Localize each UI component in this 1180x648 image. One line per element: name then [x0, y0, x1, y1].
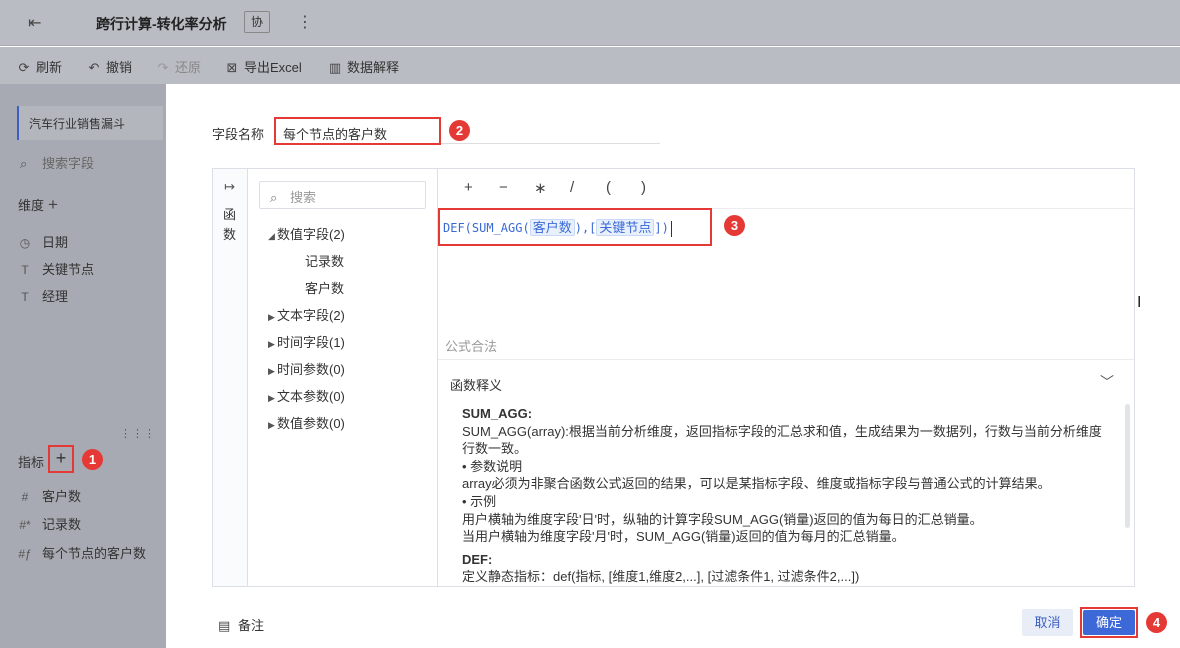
hash-icon: #	[21, 490, 29, 504]
collaborate-badge[interactable]: 协	[244, 11, 271, 33]
toolbar: ⟳ 刷新 ↶ 撤销 ↷ 还原 ⊠ 导出Excel ▥ 数据解释	[0, 47, 1180, 84]
measure-section-title: 指标	[18, 455, 45, 470]
clock-icon: ◷	[19, 236, 31, 250]
add-measure-button[interactable]: +	[48, 445, 74, 473]
open-paren-button[interactable]: (	[606, 179, 611, 196]
function-tab[interactable]: ↦ 函数	[213, 169, 248, 586]
redo-icon: ↷	[157, 60, 169, 75]
step-badge-1: 1	[82, 449, 103, 470]
formula-token-key-node[interactable]: 关键节点	[596, 219, 655, 236]
dimension-section-title: 维度 +	[18, 195, 58, 214]
field-name-label: 字段名称	[212, 127, 265, 142]
field-name-underline	[441, 143, 660, 144]
step-badge-4: 4	[1146, 612, 1167, 633]
field-tree: ⌕ 搜索 ◢ 数值字段(2) 记录数 客户数 ▶ 文本字段(2) ▶ 时间字段(1) ▶…	[248, 169, 438, 586]
undo-icon: ↶	[88, 60, 100, 75]
page-title: 跨行计算-转化率分析	[96, 16, 227, 32]
field-name-input[interactable]: 每个节点的客户数	[274, 117, 441, 145]
add-dimension-icon[interactable]: +	[48, 195, 58, 214]
expand-icon: ▶	[268, 339, 275, 349]
dataset-selector[interactable]: 汽车行业销售漏斗	[17, 106, 163, 140]
app-header: ⇤ 跨行计算-转化率分析 协 ⋮	[0, 0, 1180, 46]
undo-button[interactable]: ↶ 撤销	[86, 57, 132, 76]
text-icon: T	[21, 290, 29, 304]
expand-icon: ▶	[268, 366, 275, 376]
export-excel-button[interactable]: ⊠ 导出Excel	[224, 57, 302, 76]
function-explanation-panel: 函数释义 ﹀ SUM_AGG: SUM_AGG(array):根据当前分析维度，…	[438, 359, 1134, 586]
calculated-field-dialog: 字段名称 每个节点的客户数 ↦ 函数 ⌕ 搜索 ◢ 数值字段(2) 记录数 客户数 …	[166, 84, 1180, 648]
tree-search-input[interactable]: ⌕ 搜索	[259, 181, 426, 209]
measure-item-customers-per-node[interactable]: #ƒ 每个节点的客户数	[18, 543, 146, 562]
collapse-icon: ◢	[268, 231, 275, 241]
refresh-button[interactable]: ⟳ 刷新	[16, 57, 62, 76]
tree-node-numeric-fields[interactable]: ◢ 数值字段(2)	[268, 224, 345, 243]
measure-item-customers[interactable]: # 客户数	[18, 486, 81, 505]
remark-button[interactable]: ▤ 备注	[218, 615, 264, 634]
more-icon[interactable]: ⋮	[297, 12, 313, 32]
redo-button[interactable]: ↷ 还原	[155, 57, 201, 76]
dimension-item-date[interactable]: ◷ 日期	[18, 232, 68, 251]
confirm-button[interactable]: 确定	[1083, 610, 1135, 635]
close-paren-button[interactable]: )	[641, 179, 646, 196]
expand-panel-icon[interactable]: ↦	[224, 179, 235, 195]
tree-leaf-records[interactable]: 记录数	[305, 251, 344, 270]
formula-token-customers[interactable]: 客户数	[529, 219, 575, 236]
text-icon: T	[21, 263, 29, 277]
drag-handle-icon[interactable]: ⋮⋮⋮	[120, 427, 156, 440]
tree-node-text-params[interactable]: ▶ 文本参数(0)	[268, 386, 345, 405]
hash-star-icon: #*	[19, 518, 31, 532]
formula-valid-status: 公式合法	[445, 339, 498, 354]
expand-icon: ▶	[268, 312, 275, 322]
text-cursor	[670, 220, 672, 237]
tree-node-time-fields[interactable]: ▶ 时间字段(1)	[268, 332, 345, 351]
measure-item-records[interactable]: #* 记录数	[18, 514, 81, 533]
refresh-icon: ⟳	[18, 60, 30, 75]
chevron-down-icon[interactable]: ﹀	[1100, 372, 1114, 392]
tree-leaf-customers[interactable]: 客户数	[305, 278, 344, 297]
step-badge-2: 2	[449, 120, 470, 141]
excel-icon: ⊠	[226, 60, 238, 75]
function-tab-label: 函数	[223, 207, 237, 242]
step-badge-3: 3	[724, 215, 745, 236]
plus-operator-button[interactable]: +	[464, 179, 473, 196]
tree-node-numeric-params[interactable]: ▶ 数值参数(0)	[268, 413, 345, 432]
explanation-content: SUM_AGG: SUM_AGG(array):根据当前分析维度，返回指标字段的…	[462, 406, 1102, 585]
field-sidebar: 汽车行业销售漏斗 ⌕ 搜索字段 维度 + ◷ 日期 T 关键节点 T 经理 ⋮⋮⋮ 指标 …	[0, 84, 166, 648]
operator-bar: + − ∗ / ( )	[438, 169, 1134, 209]
minus-operator-button[interactable]: −	[499, 179, 508, 196]
chart-icon: ▥	[328, 60, 342, 75]
search-icon: ⌕	[20, 156, 28, 171]
explanation-title: 函数释义	[450, 378, 503, 393]
data-explain-button[interactable]: ▥ 数据解释	[327, 57, 399, 76]
expand-icon: ▶	[268, 420, 275, 430]
dimension-item-key-node[interactable]: T 关键节点	[18, 259, 94, 278]
field-search-input[interactable]: ⌕ 搜索字段	[20, 153, 94, 172]
formula-input[interactable]: DEF(SUM_AGG(客户数),[关键节点])	[443, 217, 672, 237]
cancel-button[interactable]: 取消	[1022, 609, 1073, 636]
multiply-operator-button[interactable]: ∗	[534, 179, 547, 197]
note-icon: ▤	[218, 618, 231, 633]
ibeam-cursor-icon: I	[1137, 294, 1142, 311]
formula-pane: + − ∗ / ( ) DEF(SUM_AGG(客户数),[关键节点]) 公式合…	[438, 169, 1134, 586]
dimension-item-manager[interactable]: T 经理	[18, 286, 68, 305]
tree-node-text-fields[interactable]: ▶ 文本字段(2)	[268, 305, 345, 324]
tree-node-time-params[interactable]: ▶ 时间参数(0)	[268, 359, 345, 378]
hash-calc-icon: #ƒ	[18, 547, 32, 561]
back-icon[interactable]: ⇤	[28, 13, 41, 33]
expand-icon: ▶	[268, 393, 275, 403]
divide-operator-button[interactable]: /	[570, 179, 574, 196]
search-icon: ⌕	[270, 190, 278, 205]
explanation-scrollbar[interactable]	[1125, 404, 1130, 528]
formula-editor: ↦ 函数 ⌕ 搜索 ◢ 数值字段(2) 记录数 客户数 ▶ 文本字段(2) ▶ 时间字段…	[212, 168, 1135, 587]
